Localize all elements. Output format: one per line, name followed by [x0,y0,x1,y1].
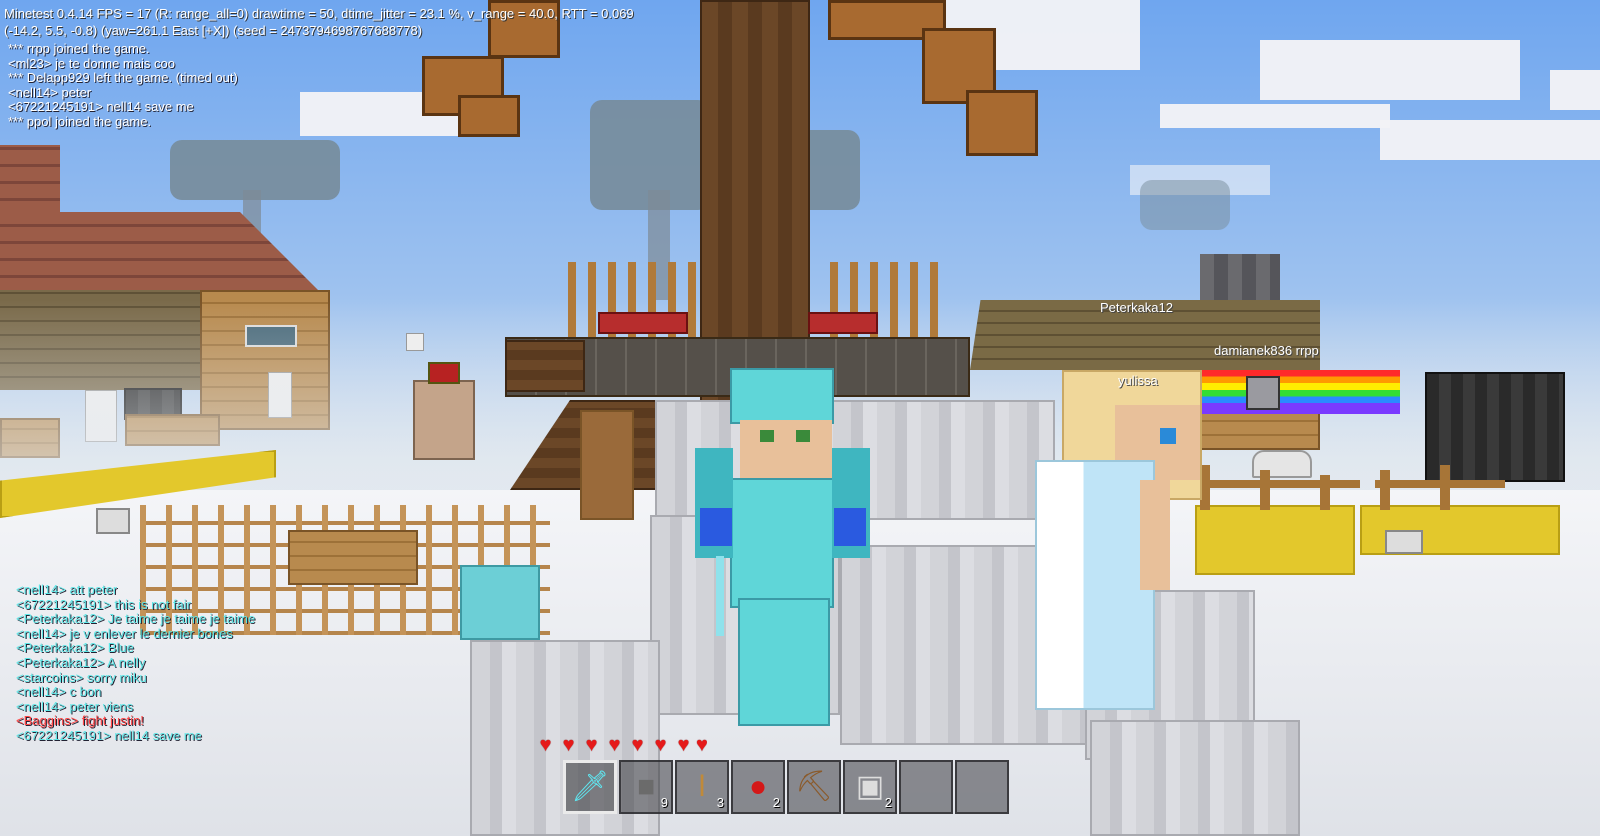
cloud [1550,70,1600,110]
hotbar-slot[interactable] [955,760,1009,814]
chat-message: <nell14> c bon [16,684,102,700]
item-count: 2 [772,795,780,810]
npc-dress [1035,460,1155,710]
chat-message: *** Delapp929 left the game. (timed out) [8,70,238,86]
cloud [1260,40,1520,100]
fence [1380,470,1390,510]
player-eye [796,430,810,442]
player-legs [738,598,830,726]
nametag-yulissa: yulissa [1118,373,1158,388]
chat-message: <nell14> att peter [16,582,118,597]
hotbar-slot[interactable] [899,760,953,814]
nametag-damianek836: damianek836 rrpp [1214,343,1319,358]
lamp-post [406,333,424,351]
sign-plate [1385,530,1423,554]
player-sleeve [834,508,866,546]
chat-message: <67221245191> nell14 save me [16,727,202,743]
platform-edge [505,340,585,392]
chat-message: <starcoins> sorry miku [16,669,147,685]
heart-full-icon: ♥ [539,734,552,756]
chat-log-top: *** rrpp joined the game. <ml23> je te do… [8,41,238,130]
debug-overlay: Minetest 0.4.14 FPS = 17 (R: range_all=0… [4,6,634,38]
diamond-block [460,565,540,640]
stone-pillar [413,380,475,460]
npc-eye [1160,428,1176,444]
chat-message: <Peterkaka12> Je taime je taime je taime [16,611,256,627]
bed-block [598,312,688,334]
chat-message: <67221245191> nell14 save me [8,99,194,115]
heart-half-icon: ♥ [696,736,707,754]
hotbar[interactable]: 🗡 ■ 9 ǀ 3 ● 2 ⛏ ▣ 2 [563,760,1009,814]
item-count: 2 [884,795,892,810]
player-face [740,420,832,482]
hotbar-slot[interactable]: ǀ3 [675,760,729,814]
chat-message: <67221245191> this is not fair [16,596,191,612]
chat-message: <ml23> je te donne mais coo [8,55,175,71]
bed-block [808,312,878,334]
log-block [458,95,520,137]
chat-message: <nell14> peter [8,84,92,100]
nyan-cat-face [1246,376,1280,410]
chat-message: <Baggins> fight justin! [16,713,144,729]
heart-full-icon: ♥ [585,734,598,756]
fence [1200,480,1360,488]
chat-message: <nell14> je v enlever le dernier bones [16,625,233,641]
chat-message: *** ppol joined the game. [8,113,152,129]
item-count: 9 [660,795,668,810]
heart-full-icon: ♥ [608,734,621,756]
player-chestplate [730,478,834,608]
hotbar-slot[interactable]: ▣ 2 [843,760,897,814]
pickaxe-icon: ⛏ [794,770,834,803]
health-bar: ♥ ♥ ♥ ♥ ♥ ♥ ♥ ♥ [535,734,707,756]
hotbar-slot[interactable]: ● 2 [731,760,785,814]
debug-line-position: (-14.2, 5.5, -0.8) (yaw=261.1 East [+X])… [4,23,423,38]
yellow-block [1195,505,1355,575]
hotbar-slot[interactable]: ■ 9 [619,760,673,814]
house-roof-top [0,145,60,215]
debug-line-fps: Minetest 0.4.14 FPS = 17 (R: range_all=0… [4,6,634,21]
heart-full-icon: ♥ [562,734,575,756]
chat-message: <Peterkaka12> A nelly [16,654,146,670]
heart-full-icon: ♥ [654,734,667,756]
npc-arm [1140,480,1170,590]
diamond-sword-icon: 🗡 [570,770,610,803]
cloud [1160,104,1390,128]
chat-message: <nell14> peter viens [16,698,134,714]
item-count: 3 [716,795,724,810]
heart-full-icon: ♥ [677,734,690,756]
sign-plate [96,508,130,534]
chat-message: *** rrpp joined the game. [8,41,150,56]
chat-message: <Peterkaka12> Blue [16,640,134,656]
fence [1440,465,1450,510]
hotbar-slot[interactable]: 🗡 [563,760,617,814]
nametag-peterkaka12: Peterkaka12 [1100,300,1173,315]
snow-block [1090,720,1300,836]
log-block [966,90,1038,156]
heart-full-icon: ♥ [631,734,644,756]
wooden-door-block [580,410,634,520]
chest-block [288,530,418,585]
fence [1260,470,1270,510]
player-eye [760,430,774,442]
hotbar-slot[interactable]: ⛏ [787,760,841,814]
player-helmet [730,368,834,424]
redstone-lamp [428,362,460,384]
tree-canopy [1140,180,1230,230]
chat-log-bottom: <nell14> att peter <67221245191> this is … [16,582,256,744]
player-sword [716,556,724,636]
cloud [1380,120,1600,160]
player-sleeve [700,508,732,546]
nyan-cat-rainbow [1195,370,1400,414]
fence [1320,475,1330,510]
